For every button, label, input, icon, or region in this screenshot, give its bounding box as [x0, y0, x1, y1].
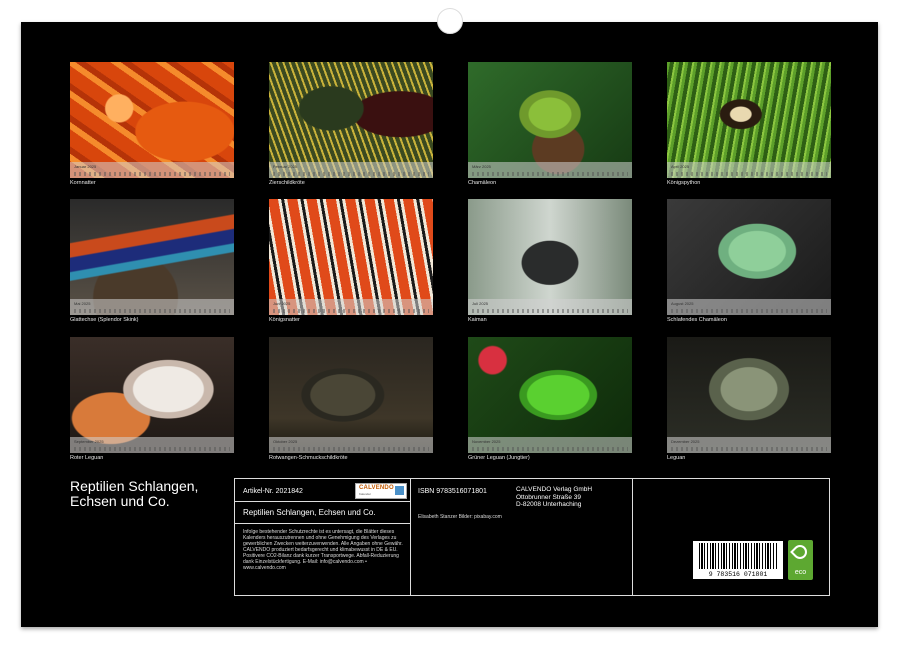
- tile-caption: Königsnatter: [269, 317, 433, 323]
- photo-caiman: Juli 2025: [468, 199, 632, 315]
- tile-august: August 2025 Schlafendes Chamäleon: [667, 199, 831, 323]
- tile-caption: Kornnatter: [70, 180, 234, 186]
- tile-caption: Königspython: [667, 180, 831, 186]
- tile-october: Oktober 2025 Rotwangen-Schmuckschildkröt…: [269, 337, 433, 461]
- calendar-title: Reptilien Schlangen, Echsen und Co.: [70, 479, 230, 509]
- tile-caption: Chamäleon: [468, 180, 632, 186]
- tile-july: Juli 2025 Kaiman: [468, 199, 632, 323]
- tile-caption: Leguan: [667, 455, 831, 461]
- hanger-hook: [437, 8, 463, 34]
- calvendo-logo: CALVENDOKalender: [355, 483, 407, 499]
- tile-caption: Schlafendes Chamäleon: [667, 317, 831, 323]
- tile-caption: Zierschildkröte: [269, 180, 433, 186]
- tile-march: März 2025 Chamäleon: [468, 62, 632, 186]
- tile-november: November 2025 Grüner Leguan (Jungtier): [468, 337, 632, 461]
- legal-notice: Infolge bestehender Schutzrechte ist es …: [243, 529, 408, 571]
- publisher-address: CALVENDO Verlag GmbH Ottobrunner Straße …: [516, 486, 592, 509]
- photo-corn-snake: Januar 2025: [70, 62, 234, 178]
- photo-red-iguana: September 2025: [70, 337, 234, 453]
- photo-chameleon: März 2025: [468, 62, 632, 178]
- tile-caption: Grüner Leguan (Jungtier): [468, 455, 632, 461]
- tile-may: Mai 2025 Glattechse (Splendor Skink): [70, 199, 234, 323]
- tile-april: April 2025 Königspython: [667, 62, 831, 186]
- photo-sleeping-chameleon: August 2025: [667, 199, 831, 315]
- tile-caption: Kaiman: [468, 317, 632, 323]
- photo-red-eared-slider: Oktober 2025: [269, 337, 433, 453]
- photo-green-iguana: November 2025: [468, 337, 632, 453]
- tile-caption: Roter Leguan: [70, 455, 234, 461]
- tile-february: Februar 2025 Zierschildkröte: [269, 62, 433, 186]
- info-calendar-title: Reptilien Schlangen, Echsen und Co.: [243, 508, 376, 517]
- article-number: Artikel-Nr. 2021842: [243, 488, 303, 495]
- tile-january: Januar 2025 Kornnatter: [70, 62, 234, 186]
- tile-september: September 2025 Roter Leguan: [70, 337, 234, 461]
- photo-iguana: Dezember 2025: [667, 337, 831, 453]
- eco-leaf-icon: eco: [788, 540, 813, 580]
- tile-june: Juni 2025 Königsnatter: [269, 199, 433, 323]
- isbn: ISBN 9783516071801: [418, 488, 487, 495]
- tile-december: Dezember 2025 Leguan: [667, 337, 831, 461]
- photo-ball-python: April 2025: [667, 62, 831, 178]
- tile-caption: Glattechse (Splendor Skink): [70, 317, 234, 323]
- photo-slider-turtle: Februar 2025: [269, 62, 433, 178]
- photo-skink: Mai 2025: [70, 199, 234, 315]
- photo-milk-snake: Juni 2025: [269, 199, 433, 315]
- isbn-barcode: 9 783516 071801: [693, 541, 783, 579]
- image-credits: Elisabeth Stanzer Bilder: pixabay.com: [418, 514, 502, 520]
- tile-caption: Rotwangen-Schmuckschildkröte: [269, 455, 433, 461]
